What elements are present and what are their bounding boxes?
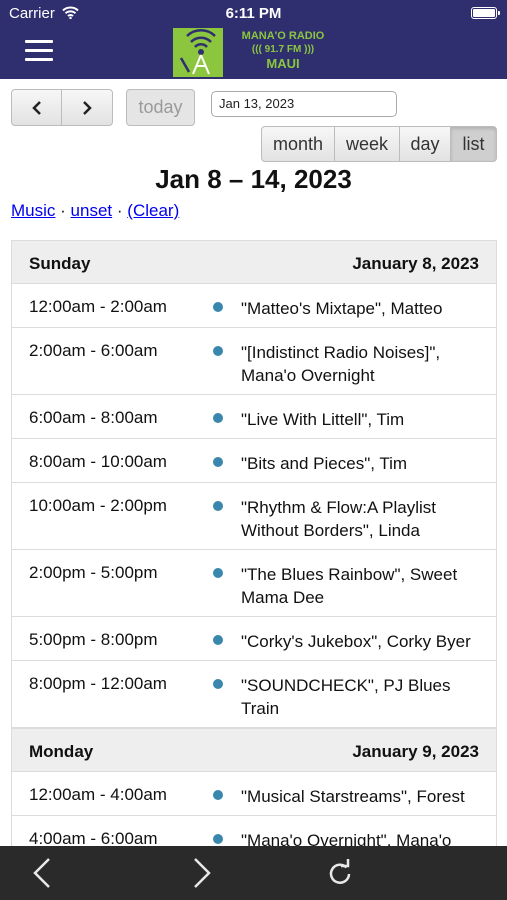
day-date: January 8, 2023 bbox=[352, 254, 479, 273]
event-title: "Bits and Pieces", Tim bbox=[241, 454, 408, 473]
date-range-title: Jan 8 – 14, 2023 bbox=[155, 164, 352, 194]
event-row[interactable]: 12:00am - 4:00am "Musical Starstreams", … bbox=[11, 772, 497, 816]
view-week-button[interactable]: week bbox=[334, 126, 400, 162]
event-title: "Matteo's Mixtape", Matteo bbox=[241, 299, 443, 318]
event-title: "SOUNDCHECK", PJ Blues Train bbox=[241, 676, 451, 718]
chevron-left-icon bbox=[32, 101, 41, 115]
event-time: 12:00am - 2:00am bbox=[29, 297, 167, 316]
view-day-button[interactable]: day bbox=[399, 126, 451, 162]
event-dot-icon bbox=[213, 302, 223, 312]
event-row[interactable]: 5:00pm - 8:00pm "Corky's Jukebox", Corky… bbox=[11, 617, 497, 661]
prev-week-button[interactable] bbox=[11, 89, 62, 126]
status-time: 6:11 PM bbox=[225, 5, 282, 22]
filter-separator: · bbox=[116, 201, 123, 220]
event-dot-icon bbox=[213, 413, 223, 423]
forward-arrow-icon[interactable] bbox=[183, 855, 219, 891]
filter-unset-link[interactable]: unset bbox=[71, 201, 113, 220]
station-logo[interactable]: MANA'O RADIO ((( 91.7 FM ))) MAUI bbox=[173, 28, 338, 79]
event-time: 6:00am - 8:00am bbox=[29, 408, 158, 427]
event-title: "Rhythm & Flow:A Playlist Without Border… bbox=[241, 498, 436, 540]
event-row[interactable]: 8:00pm - 12:00am "SOUNDCHECK", PJ Blues … bbox=[11, 661, 497, 728]
schedule-list: Sunday January 8, 2023 12:00am - 2:00am … bbox=[11, 240, 497, 860]
day-name: Monday bbox=[29, 742, 94, 761]
day-name: Sunday bbox=[29, 254, 91, 273]
event-dot-icon bbox=[213, 457, 223, 467]
filter-clear-link[interactable]: (Clear) bbox=[127, 201, 179, 220]
event-time: 10:00am - 2:00pm bbox=[29, 496, 167, 515]
event-row[interactable]: 12:00am - 2:00am "Matteo's Mixtape", Mat… bbox=[11, 284, 497, 328]
logo-line-2: ((( 91.7 FM ))) bbox=[251, 44, 315, 55]
event-dot-icon bbox=[213, 790, 223, 800]
event-time: 12:00am - 4:00am bbox=[29, 785, 167, 804]
event-dot-icon bbox=[213, 834, 223, 844]
category-filters: Music · unset · (Clear) bbox=[11, 201, 179, 221]
event-dot-icon bbox=[213, 568, 223, 578]
view-month-button[interactable]: month bbox=[261, 126, 335, 162]
event-dot-icon bbox=[213, 679, 223, 689]
event-dot-icon bbox=[213, 346, 223, 356]
logo-line-3: MAUI bbox=[266, 56, 300, 71]
event-title: "The Blues Rainbow", Sweet Mama Dee bbox=[241, 565, 458, 607]
event-dot-icon bbox=[213, 501, 223, 511]
radio-tower-icon bbox=[173, 28, 223, 77]
event-row[interactable]: 8:00am - 10:00am "Bits and Pieces", Tim bbox=[11, 439, 497, 483]
browser-toolbar bbox=[0, 846, 507, 900]
chevron-right-icon bbox=[83, 101, 92, 115]
filter-separator: · bbox=[60, 201, 66, 220]
event-title: "Live With Littell", Tim bbox=[241, 410, 405, 429]
event-row[interactable]: 2:00am - 6:00am "[Indistinct Radio Noise… bbox=[11, 328, 497, 395]
filter-music-link[interactable]: Music bbox=[11, 201, 55, 220]
battery-icon bbox=[471, 7, 500, 19]
logo-wordmark: MANA'O RADIO ((( 91.7 FM ))) MAUI bbox=[228, 29, 338, 71]
date-picker-field[interactable]: Jan 13, 2023 bbox=[211, 91, 397, 117]
event-row[interactable]: 2:00pm - 5:00pm "The Blues Rainbow", Swe… bbox=[11, 550, 497, 617]
event-title: "Musical Starstreams", Forest bbox=[241, 787, 465, 806]
view-list-button[interactable]: list bbox=[450, 126, 497, 162]
next-week-button[interactable] bbox=[61, 89, 113, 126]
event-row[interactable]: 6:00am - 8:00am "Live With Littell", Tim bbox=[11, 395, 497, 439]
reload-icon[interactable] bbox=[322, 855, 358, 891]
day-header-sunday: Sunday January 8, 2023 bbox=[11, 240, 497, 284]
day-date: January 9, 2023 bbox=[352, 742, 479, 761]
event-time: 8:00pm - 12:00am bbox=[29, 674, 167, 693]
event-time: 2:00pm - 5:00pm bbox=[29, 563, 158, 582]
hamburger-icon[interactable] bbox=[25, 40, 53, 64]
event-row[interactable]: 10:00am - 2:00pm "Rhythm & Flow:A Playli… bbox=[11, 483, 497, 550]
event-time: 5:00pm - 8:00pm bbox=[29, 630, 158, 649]
app-header: MANA'O RADIO ((( 91.7 FM ))) MAUI bbox=[0, 28, 507, 79]
back-arrow-icon[interactable] bbox=[25, 855, 61, 891]
event-time: 2:00am - 6:00am bbox=[29, 341, 158, 360]
today-button[interactable]: today bbox=[126, 89, 195, 126]
event-dot-icon bbox=[213, 635, 223, 645]
status-bar: Carrier 6:11 PM bbox=[0, 0, 507, 28]
logo-line-1: MANA'O RADIO bbox=[241, 30, 325, 42]
event-time: 8:00am - 10:00am bbox=[29, 452, 167, 471]
day-header-monday: Monday January 9, 2023 bbox=[11, 728, 497, 772]
event-title: "[Indistinct Radio Noises]", Mana'o Over… bbox=[241, 343, 441, 385]
event-title: "Corky's Jukebox", Corky Byer bbox=[241, 632, 471, 651]
